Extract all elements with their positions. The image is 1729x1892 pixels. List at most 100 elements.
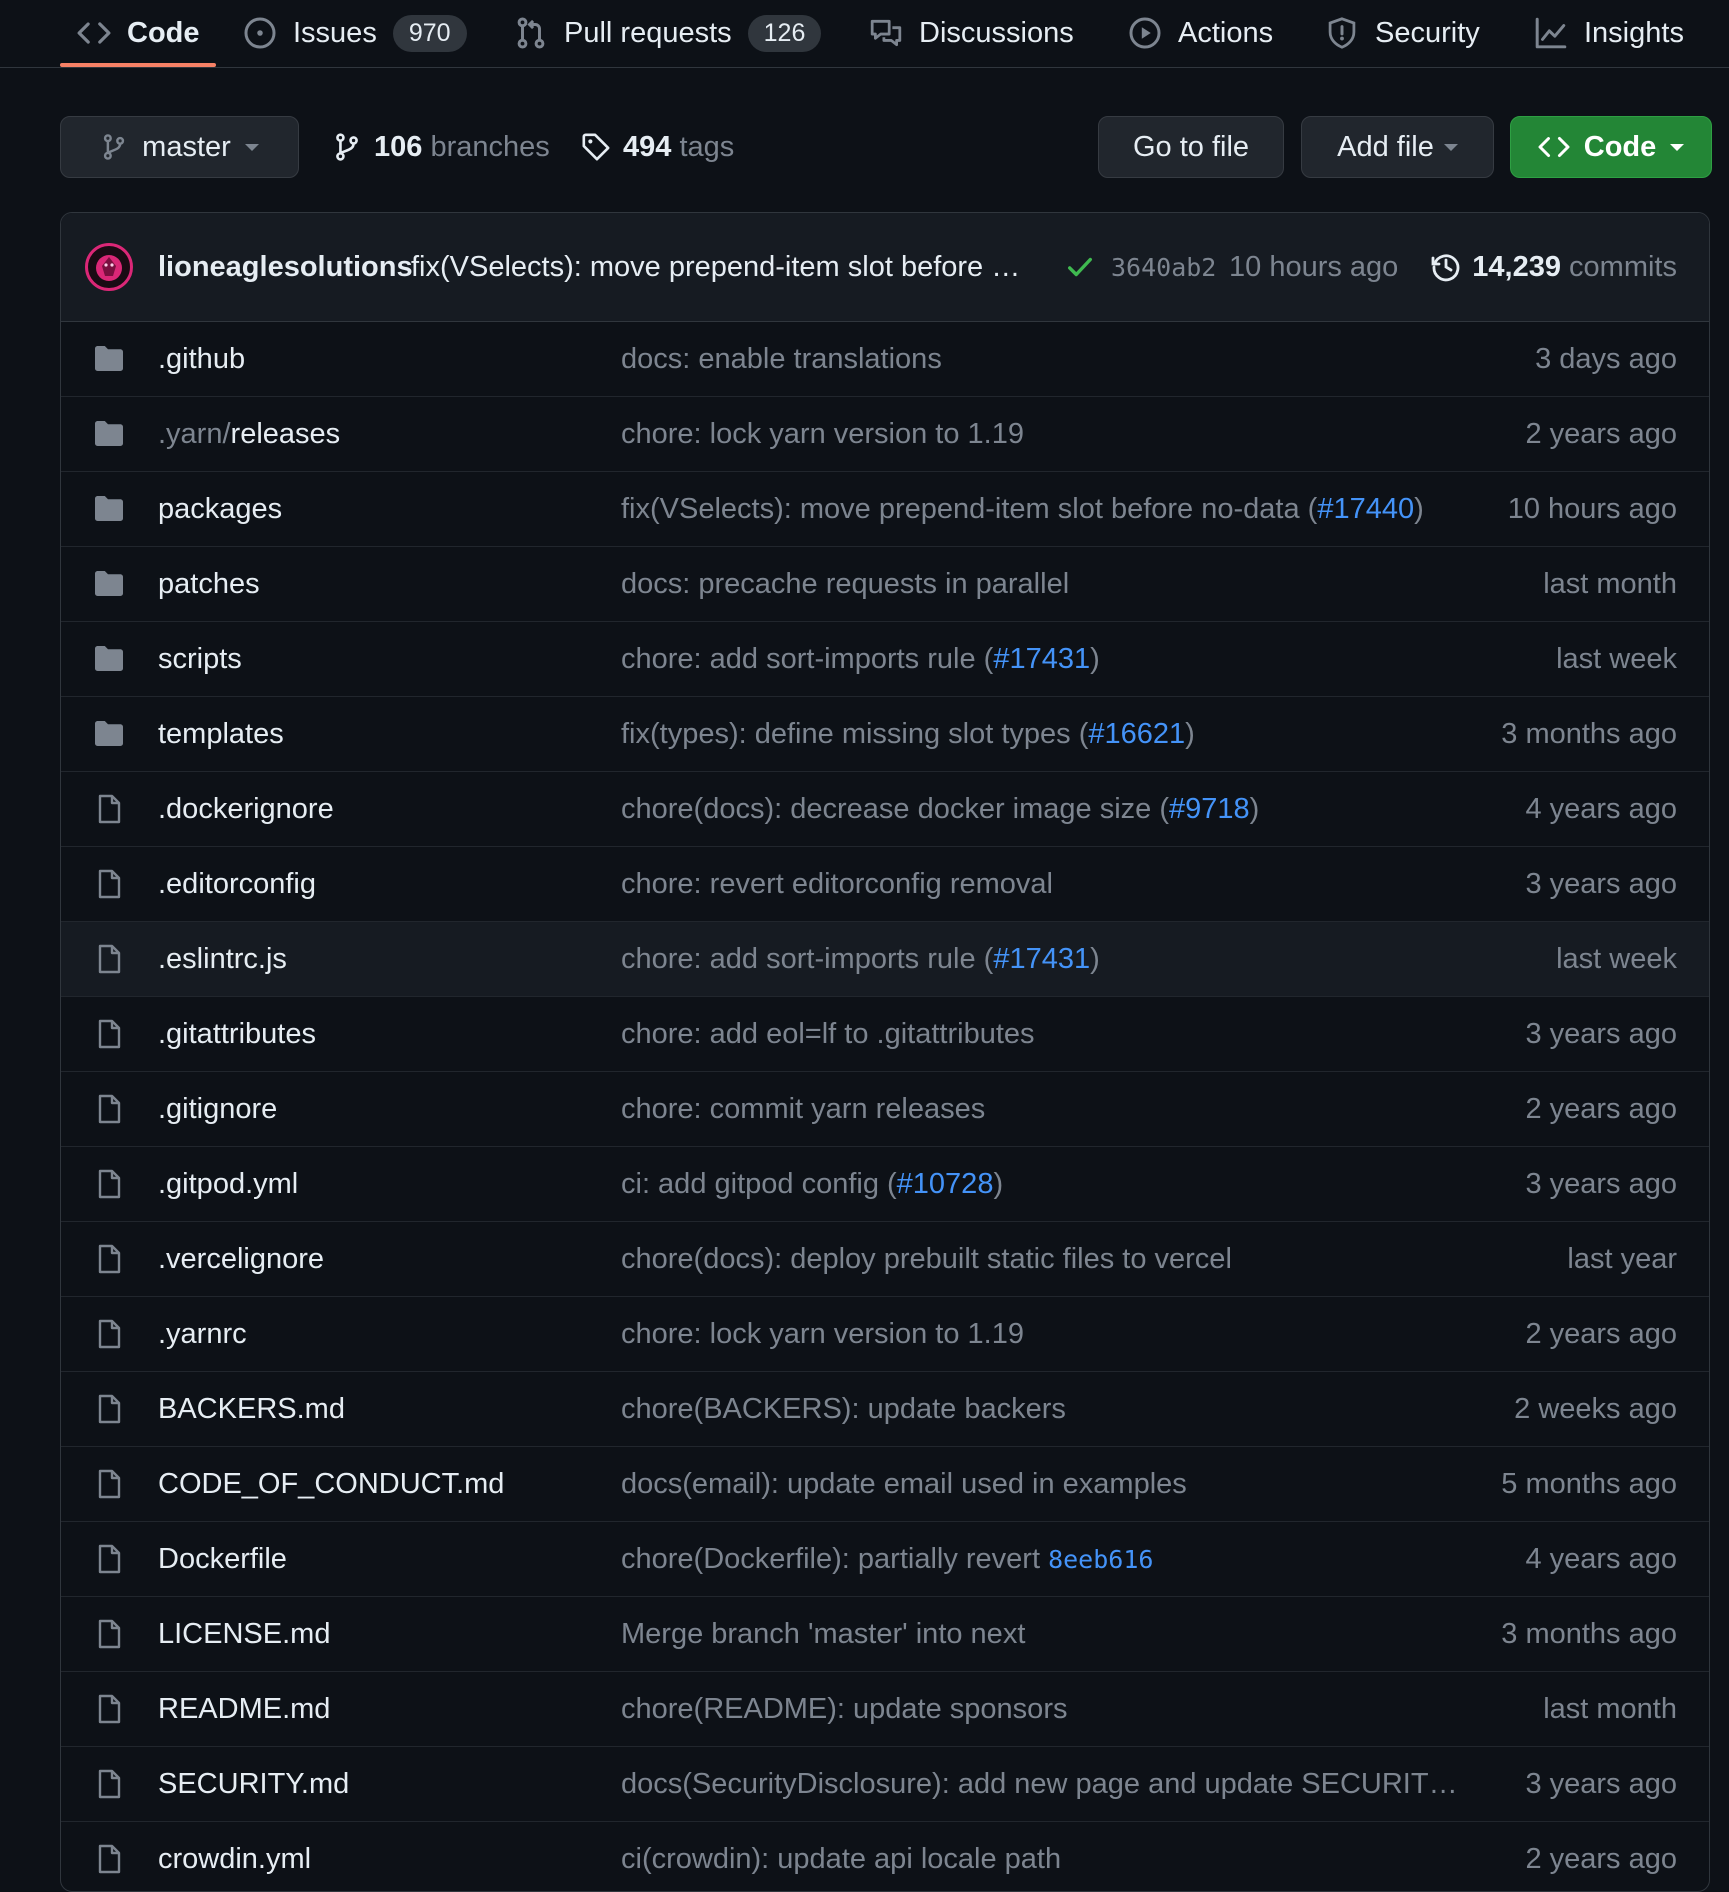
commit-message-link[interactable]: chore: add sort-imports rule (#17431) (621, 922, 1100, 996)
tab-code[interactable]: Code (60, 0, 215, 67)
commit-reference-link[interactable]: 8eeb616 (1048, 1545, 1153, 1574)
commit-message-link[interactable]: ci: add gitpod config (#10728) (621, 1147, 1003, 1221)
table-row[interactable]: README.md chore(README): update sponsors l… (61, 1672, 1709, 1747)
table-row[interactable]: scripts chore: add sort-imports rule (#17… (61, 622, 1709, 697)
commit-message-link[interactable]: chore: add sort-imports rule (#17431) (621, 622, 1100, 696)
file-name-link[interactable]: .yarnrc (158, 1297, 247, 1371)
table-row[interactable]: .dockerignore chore(docs): decrease docke… (61, 772, 1709, 847)
folder-icon (95, 346, 123, 371)
commit-message-link[interactable]: chore: add eol=lf to .gitattributes (621, 997, 1035, 1071)
commit-message-link[interactable]: docs: precache requests in parallel (621, 547, 1069, 621)
table-row[interactable]: .vercelignore chore(docs): deploy prebuil… (61, 1222, 1709, 1297)
file-icon (98, 1019, 121, 1049)
commit-message-text: chore(README): update sponsors (621, 1692, 1068, 1725)
table-row[interactable]: templates fix(types): define missing slot… (61, 697, 1709, 772)
commit-reference-link[interactable]: #16621 (1088, 718, 1185, 751)
commit-message-link[interactable]: ci(crowdin): update api locale path (621, 1822, 1061, 1891)
code-button[interactable]: Code (1510, 116, 1712, 178)
tab-actions[interactable]: Actions (1128, 0, 1273, 66)
tab-discussions[interactable]: Discussions (869, 0, 1074, 66)
table-row[interactable]: SECURITY.md docs(SecurityDisclosure): add… (61, 1747, 1709, 1822)
file-name-link[interactable]: README.md (158, 1672, 330, 1746)
file-name-link[interactable]: .gitignore (158, 1072, 277, 1146)
table-row[interactable]: patches docs: precache requests in parall… (61, 547, 1709, 622)
file-name-link[interactable]: .yarn/releases (158, 397, 340, 471)
file-name-link[interactable]: .vercelignore (158, 1222, 324, 1296)
branches-link[interactable]: 106 branches (332, 116, 550, 178)
last-updated: 2 years ago (1525, 1317, 1677, 1350)
commits-link[interactable]: 14,239 commits (1430, 213, 1677, 321)
file-name-link[interactable]: SECURITY.md (158, 1747, 349, 1821)
commit-message-link[interactable]: docs(email): update email used in exampl… (621, 1447, 1187, 1521)
commit-reference-link[interactable]: #10728 (897, 1168, 994, 1201)
file-name-link[interactable]: .dockerignore (158, 772, 334, 846)
file-name-link[interactable]: CODE_OF_CONDUCT.md (158, 1447, 504, 1521)
commits-label: commits (1569, 250, 1677, 283)
tab-label: Code (127, 16, 200, 49)
commit-message-link[interactable]: chore(BACKERS): update backers (621, 1372, 1066, 1446)
table-row[interactable]: BACKERS.md chore(BACKERS): update backers… (61, 1372, 1709, 1447)
commit-message-link[interactable]: chore(docs): deploy prebuilt static file… (621, 1222, 1232, 1296)
check-icon[interactable] (1065, 252, 1095, 282)
table-row[interactable]: .github docs: enable translations 3 days a… (61, 322, 1709, 397)
file-name-link[interactable]: scripts (158, 622, 242, 696)
table-row[interactable]: .yarnrc chore: lock yarn version to 1.19 2… (61, 1297, 1709, 1372)
commit-message-link[interactable]: chore: revert editorconfig removal (621, 847, 1053, 921)
file-name-link[interactable]: BACKERS.md (158, 1372, 345, 1446)
commit-message-link[interactable]: fix(VSelects): move prepend-item slot be… (621, 472, 1424, 546)
commit-message-link[interactable]: Merge branch 'master' into next (621, 1597, 1025, 1671)
tab-security[interactable]: Security (1325, 0, 1480, 66)
table-row[interactable]: .eslintrc.js chore: add sort-imports rule… (61, 922, 1709, 997)
file-name-link[interactable]: .github (158, 322, 245, 396)
commit-reference-link[interactable]: #17431 (993, 643, 1090, 676)
table-row[interactable]: Dockerfile chore(Dockerfile): partially r… (61, 1522, 1709, 1597)
table-row[interactable]: .gitignore chore: commit yarn releases 2 y… (61, 1072, 1709, 1147)
file-icon (98, 1319, 121, 1349)
table-row[interactable]: LICENSE.md Merge branch 'master' into nex… (61, 1597, 1709, 1672)
file-name-link[interactable]: .eslintrc.js (158, 922, 287, 996)
last-updated: last week (1556, 942, 1677, 975)
add-file-button[interactable]: Add file (1301, 116, 1494, 178)
file-list: .github docs: enable translations 3 days a… (61, 322, 1709, 1891)
file-name-link[interactable]: LICENSE.md (158, 1597, 330, 1671)
commit-message[interactable]: fix(VSelects): move prepend-item slot be… (411, 213, 1091, 321)
commit-sha[interactable]: 3640ab2 (1111, 213, 1216, 321)
commit-message-link[interactable]: chore: lock yarn version to 1.19 (621, 397, 1024, 471)
table-row[interactable]: packages fix(VSelects): move prepend-item… (61, 472, 1709, 547)
tags-link[interactable]: 494 tags (581, 116, 734, 178)
commit-message-link[interactable]: chore: lock yarn version to 1.19 (621, 1297, 1024, 1371)
table-row[interactable]: .gitpod.yml ci: add gitpod config (#10728… (61, 1147, 1709, 1222)
table-row[interactable]: .editorconfig chore: revert editorconfig … (61, 847, 1709, 922)
table-row[interactable]: crowdin.yml ci(crowdin): update api local… (61, 1822, 1709, 1891)
table-row[interactable]: .yarn/releases chore: lock yarn version t… (61, 397, 1709, 472)
file-name-link[interactable]: .gitpod.yml (158, 1147, 298, 1221)
file-name-link[interactable]: .editorconfig (158, 847, 316, 921)
commit-message-link[interactable]: chore: commit yarn releases (621, 1072, 985, 1146)
branch-select-button[interactable]: master (60, 116, 299, 178)
commit-message-link[interactable]: chore(Dockerfile): partially revert 8eeb… (621, 1522, 1153, 1596)
file-name-link[interactable]: Dockerfile (158, 1522, 287, 1596)
file-name-link[interactable]: packages (158, 472, 282, 546)
file-name-link[interactable]: crowdin.yml (158, 1822, 311, 1891)
commit-author[interactable]: lioneaglesolutions (158, 213, 413, 321)
avatar[interactable] (85, 243, 133, 291)
tab-pull-requests[interactable]: Pull requests 126 (514, 0, 822, 66)
commit-message-link[interactable]: chore(docs): decrease docker image size … (621, 772, 1259, 846)
commit-message-link[interactable]: chore(README): update sponsors (621, 1672, 1067, 1746)
commit-message-link[interactable]: docs(SecurityDisclosure): add new page a… (621, 1747, 1458, 1821)
table-row[interactable]: CODE_OF_CONDUCT.md docs(email): update em… (61, 1447, 1709, 1522)
file-icon (98, 1469, 121, 1499)
tab-insights[interactable]: Insights (1534, 0, 1684, 66)
commit-reference-link[interactable]: #17431 (993, 943, 1090, 976)
commit-message-link[interactable]: docs: enable translations (621, 322, 942, 396)
tab-issues[interactable]: Issues 970 (243, 0, 467, 66)
file-name-link[interactable]: templates (158, 697, 284, 771)
commit-reference-link[interactable]: #9718 (1169, 793, 1250, 826)
commit-reference-link[interactable]: #17440 (1317, 493, 1414, 526)
file-name: Dockerfile (158, 1542, 287, 1575)
go-to-file-button[interactable]: Go to file (1098, 116, 1284, 178)
file-name-link[interactable]: patches (158, 547, 260, 621)
commit-message-link[interactable]: fix(types): define missing slot types (#… (621, 697, 1195, 771)
file-name-link[interactable]: .gitattributes (158, 997, 316, 1071)
table-row[interactable]: .gitattributes chore: add eol=lf to .gita… (61, 997, 1709, 1072)
